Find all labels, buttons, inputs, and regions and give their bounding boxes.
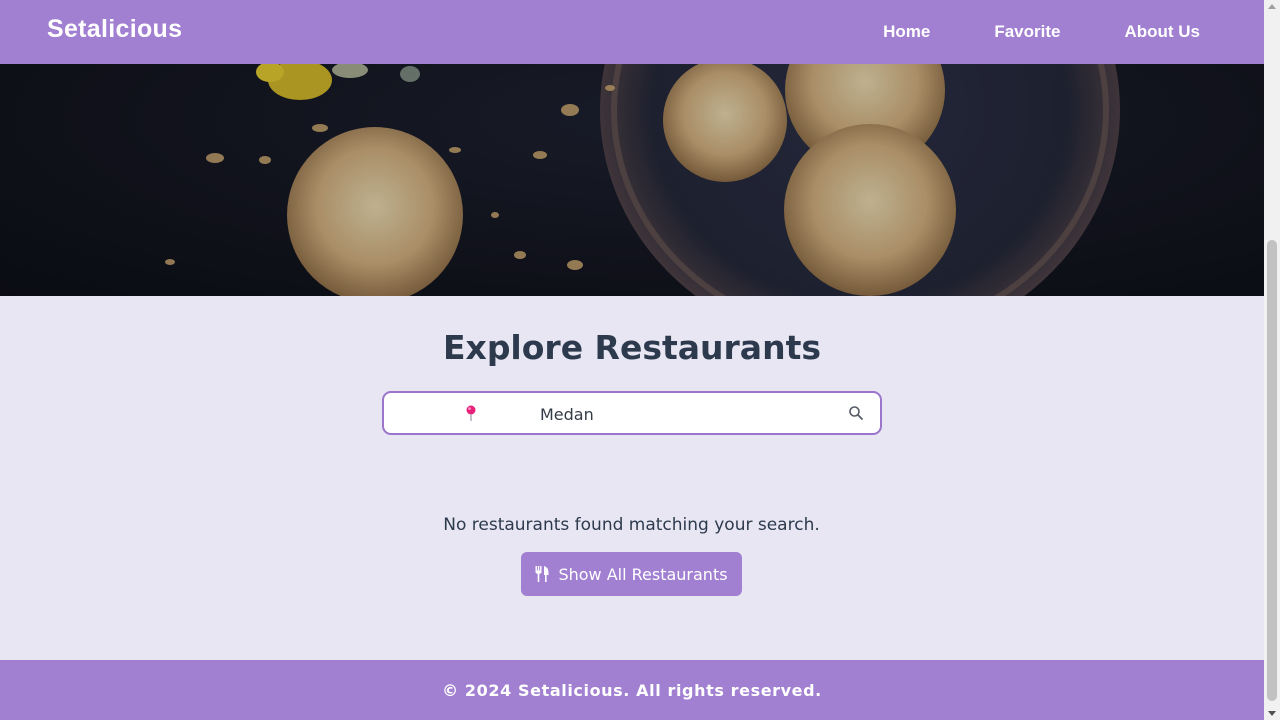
- show-all-restaurants-button[interactable]: Show All Restaurants: [521, 552, 742, 596]
- footer-copyright: © 2024 Setalicious. All rights reserved.: [442, 680, 822, 700]
- search-input[interactable]: [540, 401, 820, 427]
- empty-results-message: No restaurants found matching your searc…: [443, 515, 820, 535]
- nav-link-about-us[interactable]: About Us: [1124, 22, 1200, 42]
- brand-logo[interactable]: Setalicious: [47, 15, 182, 44]
- page-title: Explore Restaurants: [442, 328, 821, 367]
- page-scrollbar[interactable]: [1264, 0, 1280, 720]
- scroll-thumb[interactable]: [1267, 240, 1277, 701]
- search-bar[interactable]: [382, 391, 882, 435]
- map-pin-icon: [466, 405, 476, 421]
- footer: © 2024 Setalicious. All rights reserved.: [0, 660, 1264, 720]
- navbar: Setalicious Home Favorite About Us: [0, 0, 1264, 64]
- nav-links: Home Favorite About Us: [883, 0, 1200, 64]
- utensils-icon: [535, 566, 549, 582]
- nav-link-home[interactable]: Home: [883, 22, 930, 42]
- show-all-label: Show All Restaurants: [558, 564, 728, 584]
- scroll-down-arrow-icon[interactable]: [1268, 711, 1276, 716]
- page: Setalicious Home Favorite About Us Explo…: [0, 0, 1264, 720]
- nav-link-favorite[interactable]: Favorite: [994, 22, 1060, 42]
- scroll-up-arrow-icon[interactable]: [1268, 4, 1276, 9]
- search-icon[interactable]: [848, 405, 864, 421]
